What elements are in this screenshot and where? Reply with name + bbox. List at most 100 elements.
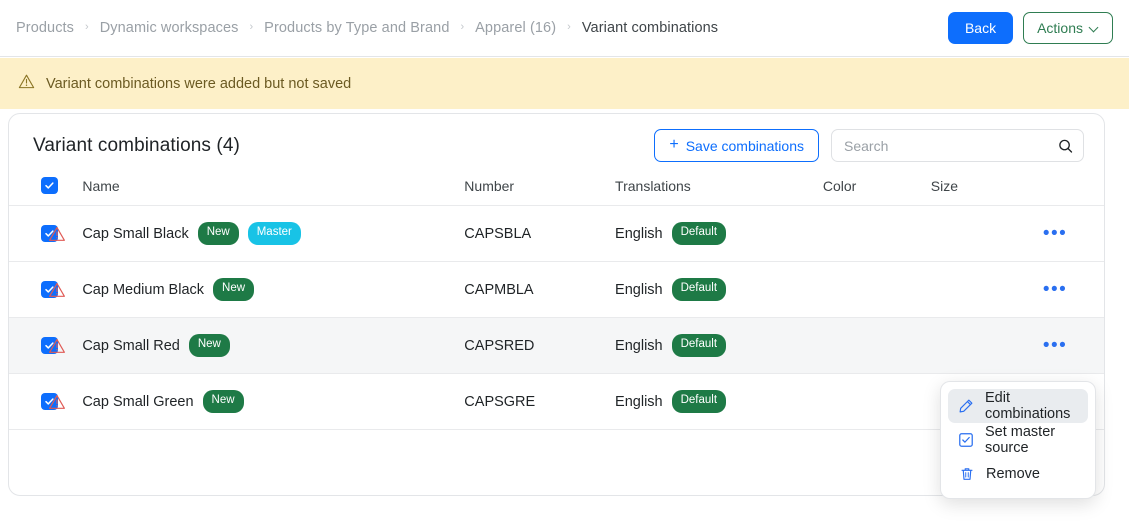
warning-banner-text: Variant combinations were added but not … (46, 75, 352, 92)
row-name-cell: Cap Small Black New Master (82, 205, 465, 262)
row-color-cell (822, 317, 931, 374)
row-menu-cell: ••• (1042, 205, 1104, 262)
row-size-cell (930, 261, 1043, 318)
ellipsis-icon[interactable]: ••• (1043, 336, 1067, 355)
breadcrumb: Products › Dynamic workspaces › Products by … (16, 20, 948, 36)
row-name-label: Cap Small Black (82, 225, 189, 242)
row-name-label: Cap Small Red (82, 337, 180, 354)
row-name-label: Cap Medium Black (82, 281, 205, 298)
save-combinations-button[interactable]: + Save combinations (654, 129, 819, 162)
chevron-down-icon (1090, 24, 1099, 33)
select-all-header (9, 177, 58, 206)
column-header-number: Number (464, 178, 515, 194)
row-translation-label: English (615, 337, 663, 354)
row-color-cell (822, 261, 931, 318)
menu-item-edit-combinations[interactable]: Edit combinations (948, 389, 1088, 423)
badge-default: Default (671, 222, 727, 245)
row-translations-cell: English Default (615, 373, 823, 430)
menu-item-set-master-source[interactable]: Set master source (948, 423, 1088, 457)
breadcrumb-separator: › (567, 21, 571, 33)
row-name-label: Cap Small Green (82, 393, 194, 410)
row-select-cell (9, 317, 58, 374)
menu-item-label: Remove (986, 466, 1040, 482)
search-box (831, 129, 1084, 162)
table-row[interactable]: Cap Small Black New Master CAPSBLA English De… (9, 205, 1104, 262)
warning-banner: Variant combinations were added but not … (0, 58, 1129, 109)
search-input[interactable] (831, 129, 1084, 162)
table-row[interactable]: Cap Small Red New CAPSRED English Default ••• (9, 317, 1104, 374)
page-title: Variant combinations (4) (33, 134, 240, 156)
actions-button[interactable]: Actions (1023, 12, 1113, 44)
breadcrumb-separator: › (85, 21, 89, 33)
pencil-icon (958, 398, 974, 415)
breadcrumb-item-1[interactable]: Dynamic workspaces (100, 20, 239, 36)
row-size-cell (930, 205, 1043, 262)
breadcrumb-item-0[interactable]: Products (16, 20, 74, 36)
top-bar: Products › Dynamic workspaces › Products by … (0, 0, 1129, 57)
row-translation-label: English (615, 225, 663, 242)
badge-default: Default (671, 390, 727, 413)
row-name-cell: Cap Small Red New (82, 317, 465, 374)
row-color-cell (822, 373, 931, 430)
back-button[interactable]: Back (947, 12, 1014, 44)
column-header-translations: Translations (615, 178, 691, 194)
breadcrumb-separator: › (249, 21, 254, 33)
row-menu-cell: ••• (1042, 261, 1104, 318)
badge-master: Master (247, 222, 301, 245)
badge-new: New (188, 334, 230, 357)
row-warning-cell (47, 317, 83, 374)
badge-default: Default (671, 278, 727, 301)
actions-button-label: Actions (1037, 20, 1083, 36)
row-select-cell (9, 205, 58, 262)
trash-icon (958, 466, 975, 483)
row-number-cell: CAPSGRE (464, 373, 616, 430)
row-warning-cell (47, 373, 83, 430)
column-header-size: Size (930, 178, 959, 194)
row-warning-cell (47, 205, 83, 262)
row-translations-cell: English Default (615, 317, 823, 374)
row-name-cell: Cap Medium Black New (82, 261, 465, 318)
checkbox-icon (958, 432, 974, 449)
row-context-menu: Edit combinations Set master source Remove (940, 381, 1096, 499)
menu-item-label: Edit combinations (985, 390, 1071, 422)
warning-triangle-icon (18, 73, 35, 95)
plus-icon: + (669, 135, 679, 153)
page-root: Products › Dynamic workspaces › Products by … (0, 0, 1129, 521)
column-header-name: Name (82, 178, 120, 194)
row-size-cell (930, 317, 1043, 374)
badge-new: New (202, 390, 244, 413)
row-translation-label: English (615, 281, 663, 298)
table-header-row: Name Number Translations Color Size (9, 177, 1104, 206)
row-translations-cell: English Default (615, 205, 823, 262)
badge-new: New (197, 222, 239, 245)
row-warning-cell (47, 261, 83, 318)
breadcrumb-item-2[interactable]: Products by Type and Brand (264, 20, 449, 36)
menu-item-remove[interactable]: Remove (948, 457, 1088, 491)
ellipsis-icon[interactable]: ••• (1043, 224, 1067, 243)
row-color-cell (822, 205, 931, 262)
row-translations-cell: English Default (615, 261, 823, 318)
breadcrumb-separator: › (460, 21, 465, 33)
badge-new: New (213, 278, 255, 301)
menu-item-label: Set master source (985, 424, 1056, 456)
row-number-cell: CAPMBLA (464, 261, 616, 318)
row-select-cell (9, 261, 58, 318)
row-select-cell (9, 373, 58, 430)
badge-default: Default (671, 334, 727, 357)
table-row[interactable]: Cap Medium Black New CAPMBLA English Default… (9, 261, 1104, 318)
breadcrumb-item-4: Variant combinations (581, 20, 719, 36)
select-all-checkbox[interactable] (41, 177, 58, 194)
row-translation-label: English (615, 393, 663, 410)
card-header: Variant combinations (4) + Save combinat… (9, 114, 1104, 177)
row-menu-cell: ••• (1042, 317, 1104, 374)
menu-column-header (1043, 177, 1104, 206)
breadcrumb-item-3[interactable]: Apparel (16) (475, 20, 556, 36)
save-combinations-label: Save combinations (685, 137, 804, 154)
topbar-actions: Back Actions (947, 12, 1113, 44)
ellipsis-icon[interactable]: ••• (1043, 280, 1067, 299)
row-number-cell: CAPSBLA (464, 205, 616, 262)
table-header: Name Number Translations Color Size (9, 177, 1104, 206)
column-header-color: Color (822, 178, 857, 194)
row-number-cell: CAPSRED (464, 317, 616, 374)
row-name-cell: Cap Small Green New (82, 373, 465, 430)
